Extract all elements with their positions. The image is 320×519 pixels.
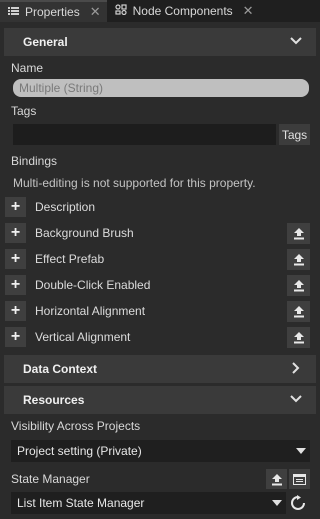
promote-binding-button[interactable] xyxy=(287,275,310,296)
tab-properties[interactable]: Properties ✕ xyxy=(0,0,107,22)
chevron-down-icon xyxy=(290,37,302,45)
add-binding-button[interactable]: + xyxy=(5,197,26,217)
caret-down-icon xyxy=(296,448,306,454)
binding-label: Description xyxy=(35,200,96,214)
list-icon xyxy=(8,6,19,19)
visibility-dropdown[interactable]: Project setting (Private) xyxy=(11,440,310,462)
promote-binding-button[interactable] xyxy=(287,223,310,244)
binding-label: Vertical Alignment xyxy=(35,330,131,344)
add-binding-button[interactable]: + xyxy=(5,327,26,347)
upload-icon xyxy=(293,228,304,240)
components-icon xyxy=(115,4,127,18)
upload-icon xyxy=(293,306,304,318)
binding-label: Background Brush xyxy=(35,226,134,240)
add-binding-button[interactable]: + xyxy=(5,301,26,321)
name-input[interactable]: Multiple (String) xyxy=(13,79,309,97)
state-manager-value: List Item State Manager xyxy=(17,496,145,510)
section-general-header[interactable]: General xyxy=(4,28,316,56)
state-manager-label: State Manager xyxy=(11,472,90,486)
upload-icon xyxy=(293,280,304,292)
binding-row: + Double-Click Enabled xyxy=(0,274,320,296)
visibility-value: Project setting (Private) xyxy=(17,444,142,458)
tab-bar: Properties ✕ Node Components ✕ xyxy=(0,0,320,22)
chevron-down-icon xyxy=(290,395,302,403)
tags-input[interactable] xyxy=(13,124,276,145)
upload-icon xyxy=(293,332,304,344)
caret-down-icon xyxy=(272,500,282,506)
tab-properties-label: Properties xyxy=(25,5,80,19)
state-manager-upload-button[interactable] xyxy=(266,469,287,489)
upload-icon xyxy=(271,473,282,485)
tags-button[interactable]: Tags xyxy=(279,124,310,145)
add-binding-button[interactable]: + xyxy=(5,223,26,243)
binding-row: + Effect Prefab xyxy=(0,248,320,270)
window-icon xyxy=(293,473,306,485)
bindings-label: Bindings xyxy=(11,154,58,168)
binding-label: Double-Click Enabled xyxy=(35,278,151,292)
state-manager-editor-button[interactable] xyxy=(289,469,310,489)
section-general-title: General xyxy=(23,35,68,49)
promote-binding-button[interactable] xyxy=(287,301,310,322)
binding-label: Horizontal Alignment xyxy=(35,304,146,318)
add-binding-button[interactable]: + xyxy=(5,275,26,295)
binding-row: + Background Brush xyxy=(0,222,320,244)
state-manager-dropdown[interactable]: List Item State Manager xyxy=(11,492,286,514)
reset-button[interactable] xyxy=(289,493,307,513)
visibility-label: Visibility Across Projects xyxy=(11,419,141,433)
add-binding-button[interactable]: + xyxy=(5,249,26,269)
section-data-context-title: Data Context xyxy=(23,362,98,376)
section-resources-title: Resources xyxy=(23,393,85,407)
reset-icon xyxy=(291,495,305,510)
section-resources-header[interactable]: Resources xyxy=(4,386,316,414)
chevron-right-icon xyxy=(292,362,300,374)
tab-node-components-label: Node Components xyxy=(132,4,233,18)
upload-icon xyxy=(293,254,304,266)
name-label: Name xyxy=(11,61,44,75)
close-icon[interactable]: ✕ xyxy=(90,4,101,20)
section-data-context-header[interactable]: Data Context xyxy=(4,355,316,383)
binding-row: + Vertical Alignment xyxy=(0,326,320,348)
tab-node-components[interactable]: Node Components ✕ xyxy=(107,0,260,22)
binding-label: Effect Prefab xyxy=(35,252,105,266)
tags-label: Tags xyxy=(11,104,37,118)
close-icon[interactable]: ✕ xyxy=(243,3,254,19)
bindings-note: Multi-editing is not supported for this … xyxy=(13,176,256,190)
binding-row: + Description xyxy=(0,196,320,218)
promote-binding-button[interactable] xyxy=(287,327,310,348)
promote-binding-button[interactable] xyxy=(287,249,310,270)
binding-row: + Horizontal Alignment xyxy=(0,300,320,322)
